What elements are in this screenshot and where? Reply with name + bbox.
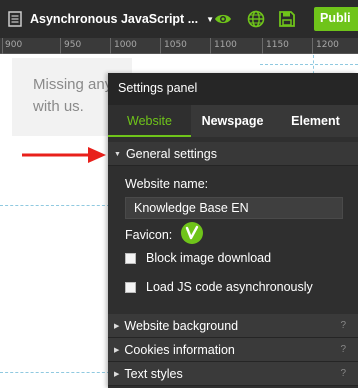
async-js-label: Load JS code asynchronously <box>146 280 313 294</box>
content-text-line: Missing any <box>33 76 113 93</box>
ruler-tick <box>210 38 211 54</box>
block-image-row[interactable]: Block image download <box>125 251 271 265</box>
guide-line <box>0 372 110 373</box>
chevron-down-icon: ▼ <box>206 14 215 24</box>
content-text-line: with us. <box>33 98 84 115</box>
favicon-label: Favicon: <box>125 228 173 242</box>
ruler-mark: 1150 <box>266 40 289 50</box>
tab-website[interactable]: Website <box>108 105 191 137</box>
ruler-tick <box>312 38 313 54</box>
section-website-background[interactable]: ▶ Website background ? <box>108 314 358 338</box>
guide-line <box>0 205 110 206</box>
document-icon <box>8 11 22 27</box>
section-cookies-information[interactable]: ▶ Cookies information ? <box>108 338 358 362</box>
chevron-right-icon: ▶ <box>114 347 120 354</box>
settings-panel: Settings panel Website Newspage Element … <box>108 73 358 388</box>
async-js-checkbox[interactable] <box>125 281 136 293</box>
globe-icon[interactable] <box>247 10 265 28</box>
ruler-mark: 1100 <box>214 40 237 50</box>
section-label: Cookies information <box>124 343 235 357</box>
help-icon[interactable]: ? <box>340 320 346 331</box>
tab-newspage[interactable]: Newspage <box>191 105 274 137</box>
panel-title: Settings panel <box>108 73 358 105</box>
website-name-input[interactable]: Knowledge Base EN <box>125 197 343 219</box>
publish-button[interactable]: Publi <box>314 7 358 31</box>
guide-line <box>260 64 358 65</box>
top-toolbar: Asynchronous JavaScript ... ▼ Publi <box>0 0 358 38</box>
ruler-tick <box>2 38 3 54</box>
block-image-checkbox[interactable] <box>125 252 136 264</box>
section-label: Text styles <box>124 367 183 381</box>
favicon-image[interactable] <box>181 222 203 244</box>
chevron-down-icon: ▼ <box>114 151 121 158</box>
page-selector[interactable]: Asynchronous JavaScript ... ▼ <box>8 8 214 30</box>
section-label: General settings <box>125 147 217 161</box>
ruler-tick <box>160 38 161 54</box>
ruler-mark: 1000 <box>114 40 137 50</box>
save-icon[interactable] <box>278 10 296 28</box>
ruler-tick <box>262 38 263 54</box>
ruler-mark: 1050 <box>164 40 187 50</box>
tab-element[interactable]: Element <box>274 105 357 137</box>
arrow-right-icon <box>22 147 106 163</box>
ruler-tick <box>60 38 61 54</box>
section-text-styles[interactable]: ▶ Text styles ? <box>108 362 358 386</box>
section-general-settings[interactable]: ▼ General settings <box>108 142 358 166</box>
help-icon[interactable]: ? <box>340 368 346 379</box>
ruler-mark: 1200 <box>316 40 339 50</box>
ruler-mark: 900 <box>5 40 23 50</box>
ruler-mark: 950 <box>64 40 82 50</box>
general-settings-body: Website name: Knowledge Base EN Favicon:… <box>108 166 358 314</box>
horizontal-ruler: 900 950 1000 1050 1100 1150 1200 <box>0 38 358 54</box>
eye-icon[interactable] <box>214 10 232 28</box>
ruler-tick <box>110 38 111 54</box>
chevron-right-icon: ▶ <box>114 323 120 330</box>
chevron-right-icon: ▶ <box>114 371 120 378</box>
async-js-row[interactable]: Load JS code asynchronously <box>125 280 313 294</box>
help-icon[interactable]: ? <box>340 344 346 355</box>
panel-tabs: Website Newspage Element <box>108 105 358 137</box>
section-label: Website background <box>124 319 239 333</box>
page-title: Asynchronous JavaScript ... <box>30 12 199 26</box>
website-name-label: Website name: <box>125 177 209 191</box>
content-text: Missing any with us. <box>33 74 113 118</box>
block-image-label: Block image download <box>146 251 272 265</box>
